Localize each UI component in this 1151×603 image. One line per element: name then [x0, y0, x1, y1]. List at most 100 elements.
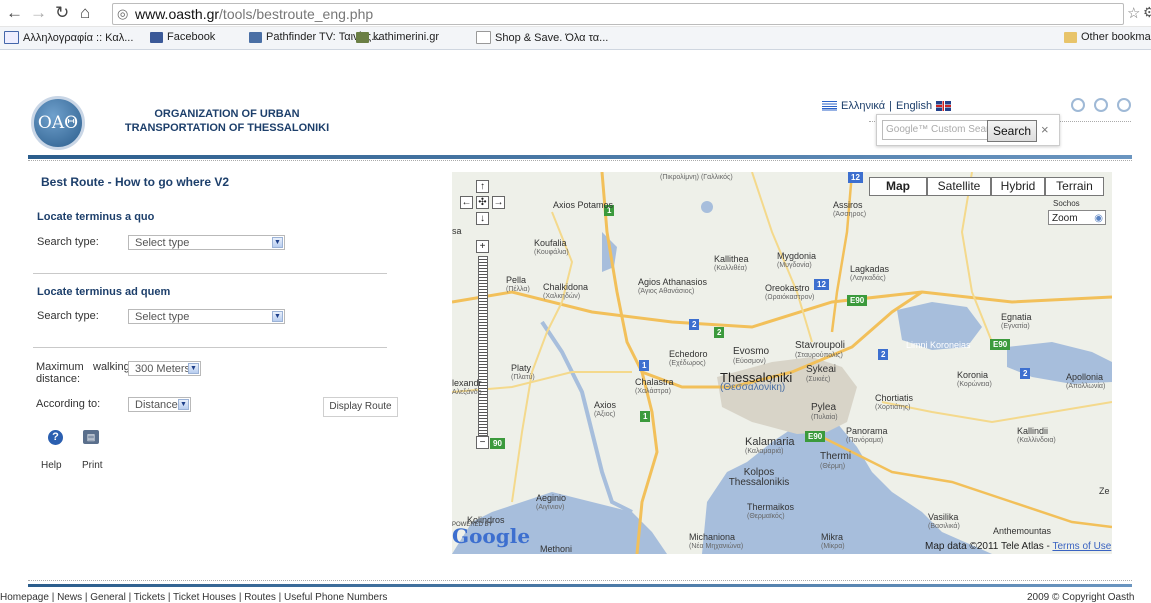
folder-icon [1064, 31, 1077, 43]
greek-flag-icon[interactable] [822, 101, 837, 111]
display-route-button[interactable]: Display Route [323, 397, 398, 417]
search-box: Google™ Custom Search Search × [876, 114, 1060, 146]
bookmarks-bar: Αλληλογραφία :: Καλ... Facebook Pathfind… [0, 27, 1151, 50]
help-icon[interactable]: ? [48, 430, 63, 445]
mail-icon[interactable] [1094, 98, 1108, 112]
header-dotted-line [28, 160, 1132, 161]
map-label: Chalkidona (Χαλκηδών) [543, 282, 589, 300]
pan-up-icon[interactable]: ↑ [476, 180, 489, 193]
lang-english[interactable]: English [896, 100, 932, 112]
back-icon[interactable]: ← [6, 4, 23, 22]
from-section-title: Locate terminus a quo [37, 211, 155, 223]
uk-flag-icon[interactable] [936, 101, 952, 111]
mail-icon [4, 31, 19, 44]
section-divider [33, 273, 387, 274]
pan-left-icon[interactable]: ← [460, 196, 473, 209]
map-label: Lagkadas (Λαγκαδάς) [850, 264, 890, 282]
zoom-in-icon[interactable]: + [476, 240, 489, 253]
map-label: Stavroupoli (Σταυρούπολις) [795, 340, 846, 360]
address-bar[interactable]: ◎ www.oasth.gr/tools/bestroute_eng.php [112, 3, 1124, 25]
map-label: Pella (Πέλλα) [506, 275, 530, 293]
bookmark-mail[interactable]: Αλληλογραφία :: Καλ... [4, 31, 133, 44]
reload-icon[interactable]: ↻ [55, 4, 69, 22]
lang-greek[interactable]: Ελληνικά [841, 100, 885, 112]
language-switcher: Ελληνικά | English [822, 100, 952, 112]
map-label: Vasilika (Βασιλικά) [928, 512, 960, 530]
map-label: Kalamaria (Καλαμαριά) [745, 436, 795, 456]
road-shield: 1 [640, 411, 651, 422]
home-icon[interactable] [1071, 98, 1085, 112]
map-type-satellite[interactable]: Satellite [927, 177, 991, 196]
to-section-title: Locate terminus ad quem [37, 286, 171, 298]
map-type-hybrid[interactable]: Hybrid [991, 177, 1045, 196]
map-label: Ze [1099, 486, 1110, 496]
terms-of-use-link[interactable]: Terms of Use [1052, 541, 1111, 552]
page-icon [476, 31, 491, 44]
search-input[interactable]: Google™ Custom Search [882, 120, 989, 140]
home-icon[interactable]: ⌂ [80, 4, 90, 22]
according-to-select[interactable]: Distance ▼ [128, 397, 191, 412]
map-type-terrain[interactable]: Terrain [1045, 177, 1104, 196]
bookmark-facebook[interactable]: Facebook [150, 31, 215, 43]
route-map[interactable]: ↑ ← ✣ → ↓ + − Map Satellite Hybrid Terra… [452, 172, 1112, 554]
wrench-icon[interactable]: ⚙ [1143, 4, 1151, 21]
map-label: Michaniona (Νέα Μηχανιώνα) [689, 532, 744, 550]
chevron-down-icon: ▼ [272, 311, 283, 322]
kathimerini-icon [356, 31, 369, 43]
map-label: Anthemountas [993, 526, 1052, 536]
section-divider [33, 347, 387, 348]
to-search-type-select[interactable]: Select type ▼ [128, 309, 285, 324]
pan-center-icon[interactable]: ✣ [476, 196, 489, 209]
forward-icon[interactable]: → [30, 4, 47, 22]
road-shield: 2 [878, 349, 889, 360]
page-title: Best Route - How to go where V2 [41, 175, 230, 189]
map-label: Koronia (Κορώνεια) [957, 370, 992, 388]
to-search-type-label: Search type: [37, 310, 99, 322]
google-logo[interactable]: Google [452, 524, 530, 548]
bookmark-shop[interactable]: Shop & Save. Όλα τα... [476, 31, 608, 44]
facebook-icon [150, 31, 163, 43]
map-label: Axios (Άξιος) [594, 400, 617, 418]
zoom-out-icon[interactable]: − [476, 436, 489, 449]
header-bar [28, 155, 1132, 159]
oasth-logo[interactable]: ΟΑΘ [31, 96, 85, 150]
map-attribution: Map data ©2011 Tele Atlas - Terms of Use [925, 541, 1112, 552]
close-icon[interactable]: × [1041, 122, 1049, 137]
bookmark-other[interactable]: Other bookmarks [1064, 31, 1151, 43]
pathfinder-icon [249, 31, 262, 43]
road-shield: 12 [814, 279, 829, 290]
url-path: /tools/bestroute_eng.php [219, 6, 374, 22]
road-shield: 90 [490, 438, 505, 449]
map-label: Mygdonia (Μυγδονία) [777, 251, 817, 269]
search-button[interactable]: Search [987, 120, 1037, 142]
help-link[interactable]: Help [41, 460, 62, 471]
map-label: (Πικρολίμνη) (Γαλλικός) [660, 174, 733, 181]
map-label: Thermi (Θέρμη) [820, 451, 852, 471]
zoom-slider[interactable] [478, 256, 488, 436]
map-label: Agios Athanasios (Άγιος Αθανάσιος) [638, 277, 708, 295]
copyright: 2009 © Copyright Oasth [1027, 592, 1135, 603]
from-search-type-label: Search type: [37, 236, 99, 248]
map-label: Oreokastro (Ωραιόκαστρον) [765, 283, 815, 301]
pan-right-icon[interactable]: → [492, 196, 505, 209]
footer-links[interactable]: Homepage | News | General | Tickets | Ti… [0, 592, 387, 603]
map-label: Kallithea (Καλλιθέα) [714, 254, 749, 272]
zoom-box[interactable]: Zoom ◉ [1048, 210, 1106, 225]
print-icon[interactable]: ▤ [83, 430, 99, 444]
map-label: Kallindii (Καλλίνδοια) [1017, 426, 1056, 444]
map-label: Limni Koroneias [906, 340, 971, 350]
map-label: Kolpos Thessalonikis [728, 467, 790, 488]
print-link[interactable]: Print [82, 460, 103, 471]
map-label: Evosmo (Εύοσμον) [733, 346, 770, 366]
star-icon[interactable]: ☆ [1127, 4, 1140, 22]
map-label: Sykeai (Συκιές) [806, 364, 837, 384]
url-domain: www.oasth.gr [135, 6, 220, 22]
map-type-map[interactable]: Map [869, 177, 927, 196]
zoom-magnifier-icon: ◉ [1094, 213, 1103, 224]
org-title: ORGANIZATION OF URBAN TRANSPORTATION OF … [124, 108, 330, 134]
sitemap-icon[interactable] [1117, 98, 1131, 112]
from-search-type-select[interactable]: Select type ▼ [128, 235, 285, 250]
max-walking-select[interactable]: 300 Meters ▼ [128, 361, 201, 376]
pan-down-icon[interactable]: ↓ [476, 212, 489, 225]
bookmark-kathimerini[interactable]: kathimerini.gr [356, 31, 439, 43]
